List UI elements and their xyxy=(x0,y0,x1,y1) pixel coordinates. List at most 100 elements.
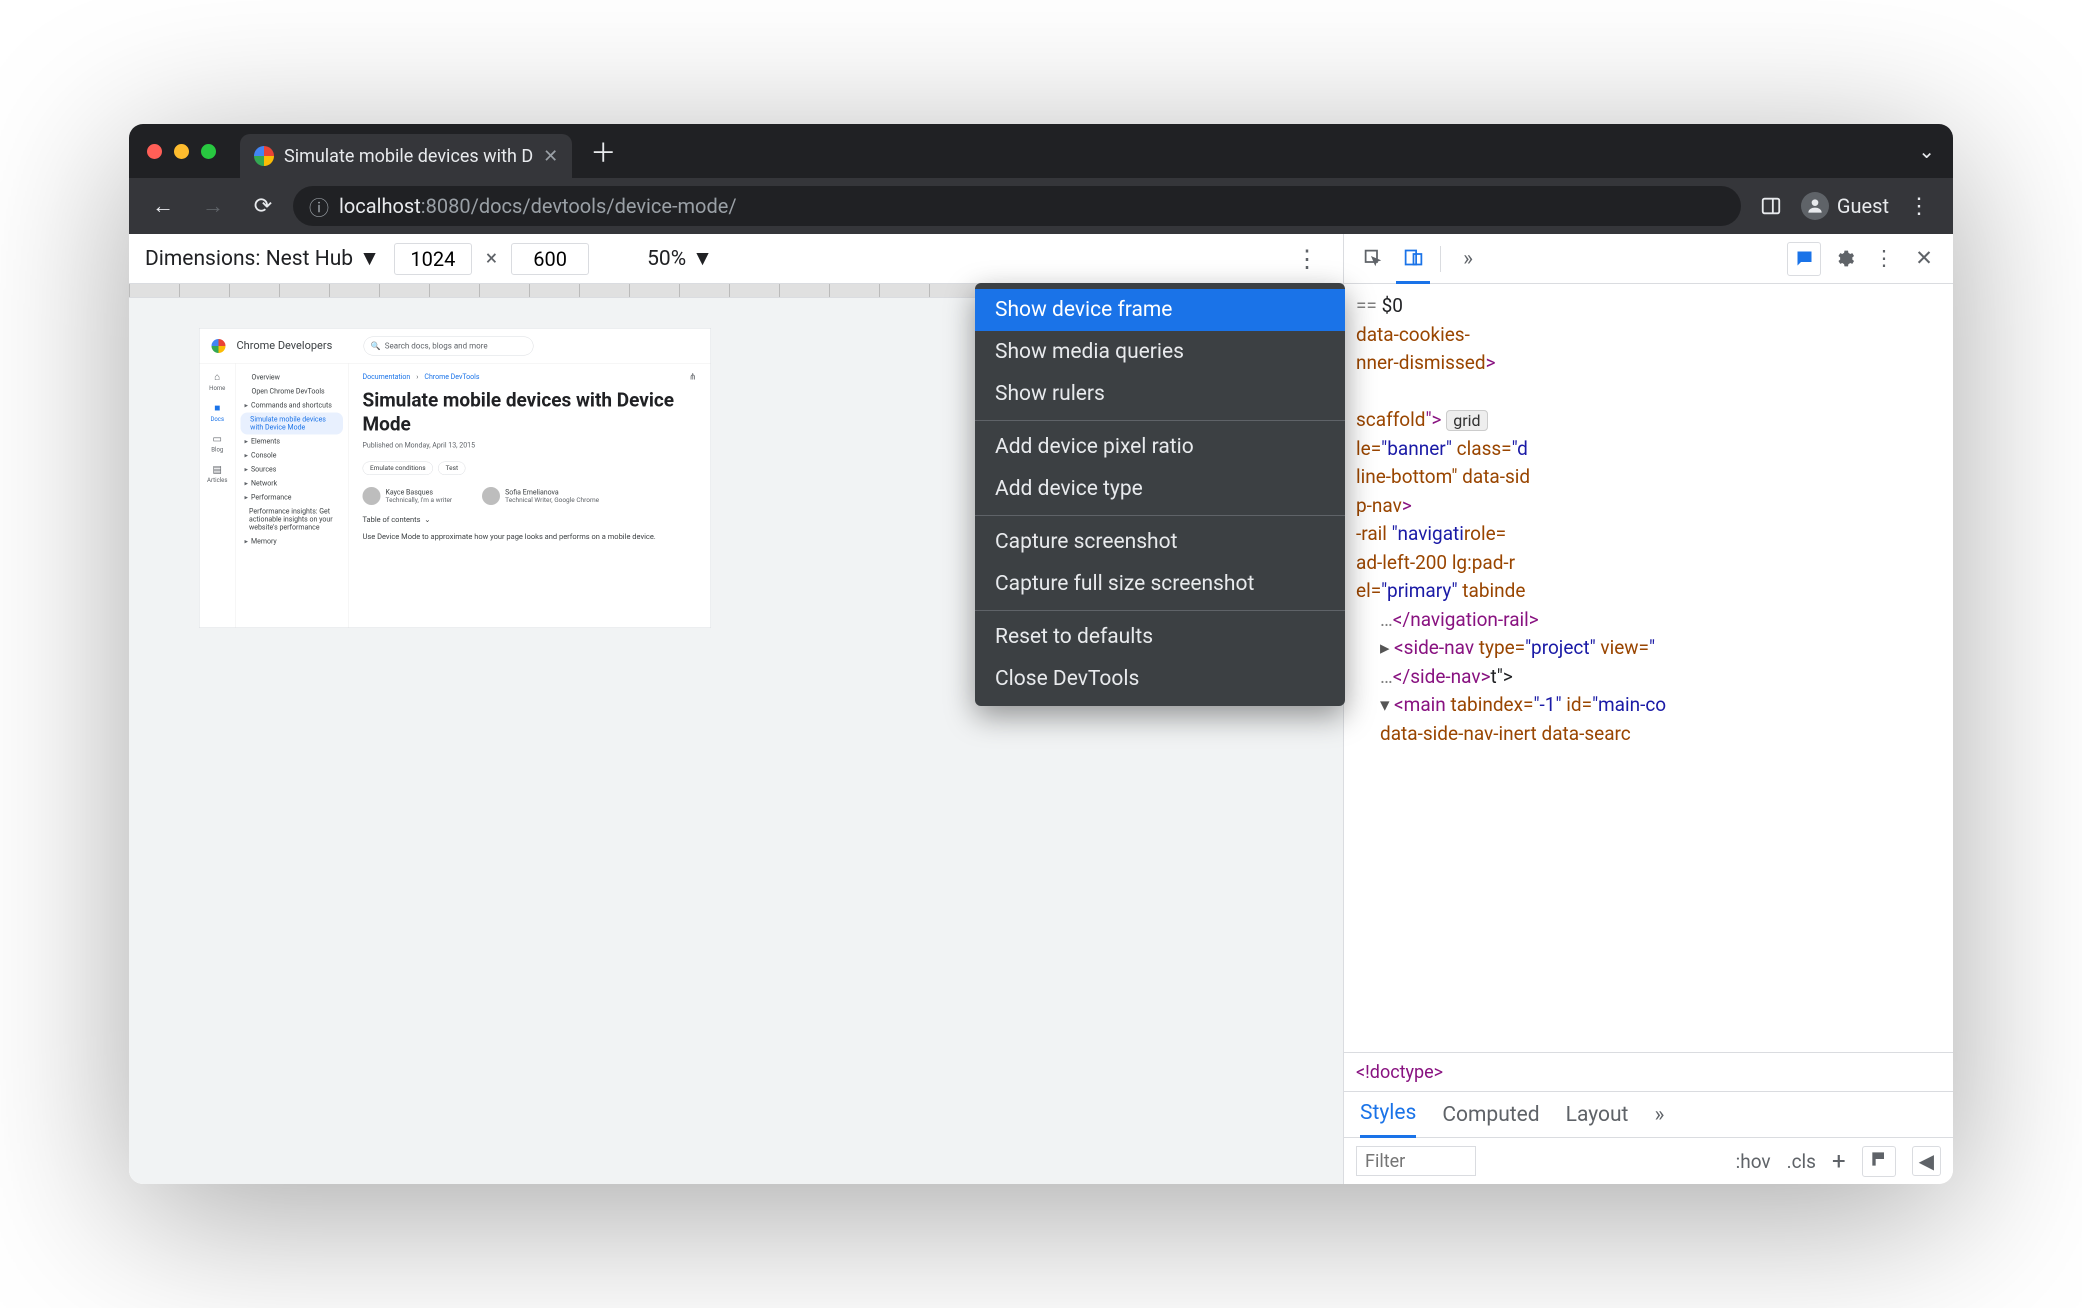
feedback-icon[interactable] xyxy=(1787,242,1821,276)
side-nav: OverviewOpen Chrome DevTools▸Commands an… xyxy=(236,364,349,628)
devtools-toolbar: » ⋮ ✕ xyxy=(1344,234,1953,284)
brand-title: Chrome Developers xyxy=(237,340,333,353)
articles-icon: ▤ xyxy=(213,463,222,475)
favicon-icon xyxy=(254,146,274,166)
close-window-icon[interactable] xyxy=(147,144,162,159)
menu-item-reset-to-defaults[interactable]: Reset to defaults xyxy=(975,616,1345,658)
breadcrumb-link[interactable]: Chrome DevTools xyxy=(424,373,479,381)
side-item[interactable]: ▸Console xyxy=(241,449,344,463)
breadcrumb: Documentation›Chrome DevTools xyxy=(363,373,480,381)
authors: Kayce BasquesTechnically, I'm a writerSo… xyxy=(363,487,697,505)
new-style-rule-icon[interactable]: + xyxy=(1832,1147,1846,1175)
reload-button[interactable]: ⟳ xyxy=(243,186,283,226)
browser-toolbar: ← → ⟳ ⓘ localhost:8080/docs/devtools/dev… xyxy=(129,178,1953,234)
more-tabs-icon[interactable]: » xyxy=(1654,1092,1664,1138)
paint-brush-icon[interactable] xyxy=(1862,1146,1896,1177)
dimension-separator: × xyxy=(486,247,497,271)
side-item[interactable]: ▸Memory xyxy=(241,535,344,549)
emulated-page: Chrome Developers 🔍 Search docs, blogs a… xyxy=(199,328,711,628)
maximize-window-icon[interactable] xyxy=(201,144,216,159)
menu-item-capture-full-size-screenshot[interactable]: Capture full size screenshot xyxy=(975,563,1345,605)
tab-layout[interactable]: Layout xyxy=(1566,1092,1629,1138)
menu-item-close-devtools[interactable]: Close DevTools xyxy=(975,658,1345,700)
side-item[interactable]: ▸Performance xyxy=(241,491,344,505)
device-toolbar: Dimensions: Nest Hub ▼ × 50% ▼ ⋮ xyxy=(129,234,1343,284)
new-tab-button[interactable]: ＋ xyxy=(590,133,616,170)
page-header: Chrome Developers 🔍 Search docs, blogs a… xyxy=(200,329,711,364)
device-toolbar-more-icon[interactable]: ⋮ xyxy=(1287,245,1327,273)
more-tabs-icon[interactable]: » xyxy=(1451,242,1485,276)
nav-home[interactable]: ⌂Home xyxy=(209,371,225,392)
docs-icon: ■ xyxy=(214,402,220,415)
styles-filter-bar: :hov .cls + ◀ xyxy=(1344,1138,1953,1184)
dimensions-dropdown[interactable]: Dimensions: Nest Hub ▼ xyxy=(145,247,380,271)
elements-dom-tree[interactable]: == $0data-cookies-nner-dismissed> scaffo… xyxy=(1344,284,1953,1052)
side-item[interactable]: ▸Elements xyxy=(241,435,344,449)
menu-item-show-device-frame[interactable]: Show device frame xyxy=(975,289,1345,331)
page-main: Documentation›Chrome DevTools ⋔ Simulate… xyxy=(349,364,711,628)
search-icon: 🔍 xyxy=(371,341,381,351)
side-item[interactable]: Simulate mobile devices with Device Mode xyxy=(241,413,344,435)
chip[interactable]: Test xyxy=(438,462,465,476)
url-path: :8080/docs/devtools/device-mode/ xyxy=(421,194,737,218)
hov-toggle[interactable]: :hov xyxy=(1736,1150,1771,1173)
tab-title: Simulate mobile devices with D xyxy=(284,146,533,167)
styles-tabs: Styles Computed Layout » xyxy=(1344,1092,1953,1138)
share-icon[interactable]: ⋔ xyxy=(689,372,697,383)
nav-docs[interactable]: ■Docs xyxy=(210,402,224,423)
inspect-element-icon[interactable] xyxy=(1356,242,1390,276)
close-tab-icon[interactable]: ✕ xyxy=(543,146,558,167)
settings-icon[interactable] xyxy=(1827,242,1861,276)
menu-item-add-device-pixel-ratio[interactable]: Add device pixel ratio xyxy=(975,426,1345,468)
side-item[interactable]: Open Chrome DevTools xyxy=(241,385,344,399)
avatar xyxy=(482,487,500,505)
window-controls xyxy=(147,144,216,159)
width-input[interactable] xyxy=(394,243,472,275)
profile-button[interactable]: Guest xyxy=(1801,192,1889,220)
nav-articles[interactable]: ▤Articles xyxy=(207,463,227,484)
cls-toggle[interactable]: .cls xyxy=(1787,1150,1816,1173)
site-info-icon[interactable]: ⓘ xyxy=(309,192,329,221)
address-bar[interactable]: ⓘ localhost:8080/docs/devtools/device-mo… xyxy=(293,186,1741,226)
search-input[interactable]: 🔍 Search docs, blogs and more xyxy=(363,336,533,355)
side-item[interactable]: ▸Commands and shortcuts xyxy=(241,399,344,413)
zoom-dropdown[interactable]: 50% ▼ xyxy=(647,247,713,271)
side-item[interactable]: ▸Network xyxy=(241,477,344,491)
menu-item-add-device-type[interactable]: Add device type xyxy=(975,468,1345,510)
browser-tab[interactable]: Simulate mobile devices with D ✕ xyxy=(240,134,572,178)
close-devtools-icon[interactable]: ✕ xyxy=(1907,242,1941,276)
chrome-logo-icon xyxy=(212,339,226,353)
side-item[interactable]: ▸Sources xyxy=(241,463,344,477)
breadcrumb-link[interactable]: Documentation xyxy=(363,373,411,381)
forward-button[interactable]: → xyxy=(193,186,233,226)
caret-down-icon: ▼ xyxy=(359,247,380,271)
caret-down-icon: ▼ xyxy=(692,247,713,271)
tab-computed[interactable]: Computed xyxy=(1442,1092,1539,1138)
chevron-down-icon[interactable]: ⌄ xyxy=(1918,139,1935,163)
tab-styles[interactable]: Styles xyxy=(1360,1092,1416,1138)
minimize-window-icon[interactable] xyxy=(174,144,189,159)
devtools-panel: » ⋮ ✕ == $0data-cookies-nner-dismissed> … xyxy=(1343,234,1953,1184)
styles-filter-input[interactable] xyxy=(1356,1146,1476,1176)
device-mode-pane: Dimensions: Nest Hub ▼ × 50% ▼ ⋮ xyxy=(129,234,1343,1184)
menu-item-capture-screenshot[interactable]: Capture screenshot xyxy=(975,521,1345,563)
tag-chips: Emulate conditions Test xyxy=(363,462,697,476)
collapse-pane-icon[interactable]: ◀ xyxy=(1912,1146,1941,1176)
avatar xyxy=(363,487,381,505)
toggle-device-toolbar-icon[interactable] xyxy=(1396,234,1430,284)
nav-blog[interactable]: ▭Blog xyxy=(211,433,223,454)
menu-item-show-rulers[interactable]: Show rulers xyxy=(975,373,1345,415)
side-item[interactable]: Overview xyxy=(241,371,344,385)
kebab-menu-icon[interactable]: ⋮ xyxy=(1899,186,1939,226)
back-button[interactable]: ← xyxy=(143,186,183,226)
dom-breadcrumb[interactable]: <!doctype> xyxy=(1344,1052,1953,1092)
height-input[interactable] xyxy=(511,243,589,275)
chip[interactable]: Emulate conditions xyxy=(363,462,434,476)
devtools-more-icon[interactable]: ⋮ xyxy=(1867,242,1901,276)
side-panel-icon[interactable] xyxy=(1751,186,1791,226)
menu-item-show-media-queries[interactable]: Show media queries xyxy=(975,331,1345,373)
side-item[interactable]: Performance insights: Get actionable ins… xyxy=(241,505,344,535)
author: Kayce BasquesTechnically, I'm a writer xyxy=(363,487,453,505)
url-host: localhost xyxy=(339,194,421,218)
table-of-contents-toggle[interactable]: Table of contents ⌄ xyxy=(363,515,697,524)
